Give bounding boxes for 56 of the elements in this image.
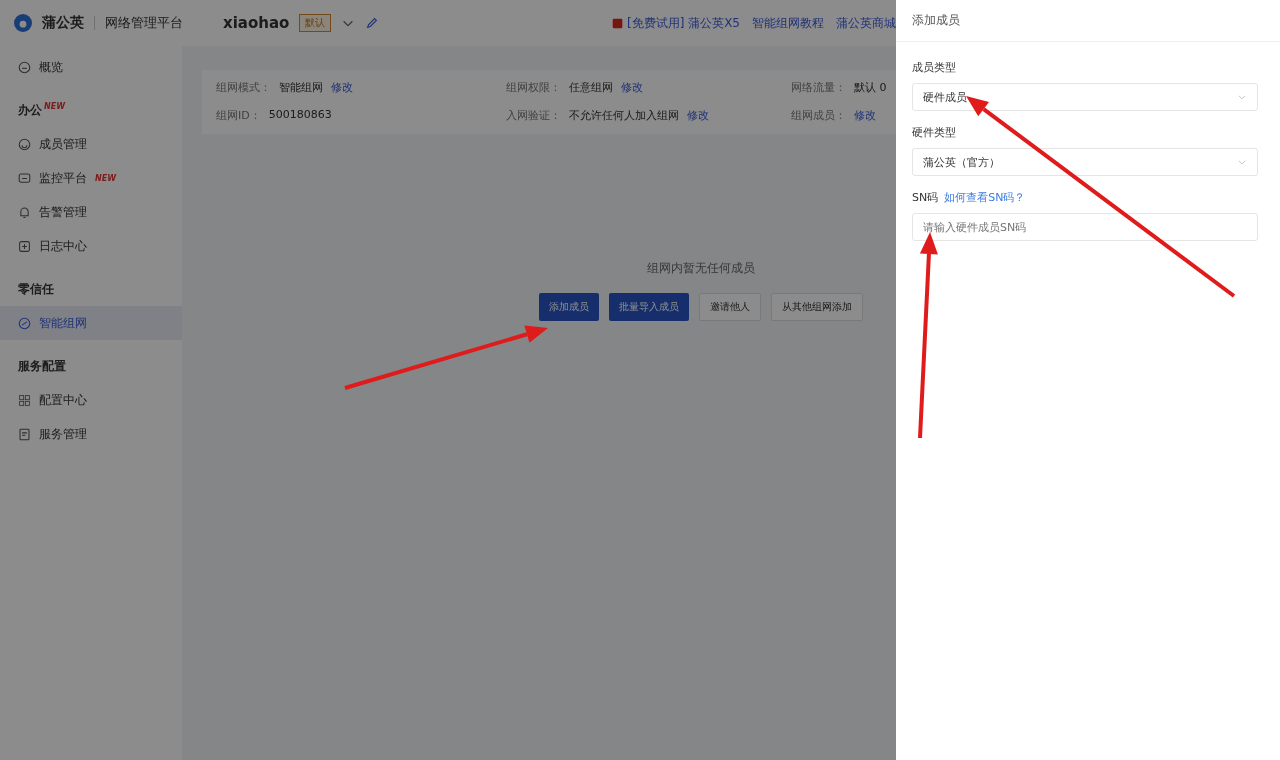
select-field[interactable]: 蒲公英（官方） [912,148,1258,176]
field-label: 成员类型 [912,60,956,75]
edit-icon[interactable] [365,16,380,30]
sidebar-item[interactable]: 告警管理 [0,195,182,229]
field-label: 硬件类型 [912,125,956,140]
help-link[interactable]: 如何查看SN码？ [944,190,1026,205]
field-label: SN码 [912,190,939,205]
empty-message: 组网内暂无任何成员 [647,260,755,277]
sidebar-item[interactable]: 配置中心 [0,383,182,417]
field-label: 组网ID： [216,108,261,124]
chevron-icon [1237,92,1247,102]
add-button[interactable]: 添加成员 [539,293,599,321]
field-value: 智能组网 [279,80,323,96]
section-heading: 服务配置 [18,358,66,375]
sidebar-item[interactable]: 智能组网 [0,306,182,340]
select-field[interactable]: 硬件成员 [912,83,1258,111]
edit-link[interactable]: 修改 [854,108,876,124]
bell-icon [18,205,31,219]
field-label: 组网权限： [506,80,561,96]
logo-icon [14,14,32,32]
field-value: 不允许任何人加入组网 [569,108,679,124]
sidebar-item[interactable]: 成员管理 [0,127,182,161]
option-button[interactable]: 邀请他人 [699,293,761,321]
field-value: 任意组网 [569,80,613,96]
new-label: NEW [95,173,116,183]
sidebar-item[interactable]: 日志中心 [0,229,182,263]
edit-link[interactable]: 修改 [331,80,353,96]
section-heading: 办公 [18,102,42,119]
option-button[interactable]: 从其他组网添加 [771,293,863,321]
sidebar-item[interactable]: 概览 [0,50,182,84]
field-value: 默认 0 [854,80,887,96]
product-name: 网络管理平台 [105,14,183,32]
network-name: xiaohao [223,14,290,32]
edit-link[interactable]: 修改 [687,108,709,124]
drawer-title: 添加成员 [896,0,1280,42]
field-label: 网络流量： [791,80,846,96]
section-heading: 零信任 [18,281,54,298]
sidebar-item[interactable]: 服务管理 [0,417,182,451]
header-link[interactable]: 智能组网教程 [752,14,824,32]
field-value: 500180863 [268,108,332,123]
promo-link[interactable]: [免费试用] 蒲公英X5 [611,14,740,32]
new-label: NEW [44,102,65,111]
brand-name: 蒲公英 [42,14,84,32]
chevron-icon [1237,157,1247,167]
field-label: 入网验证： [506,108,561,124]
document-icon [18,427,31,441]
header-link[interactable]: 蒲公英商城 [836,14,896,32]
default-tag: 默认 [299,14,332,32]
edit-link[interactable]: 修改 [621,80,643,96]
input-field[interactable]: 请输入硬件成员SN码 [912,213,1258,241]
add-button[interactable]: 批量导入成员 [609,293,689,321]
field-label: 组网模式： [216,80,271,96]
sidebar-item[interactable]: 监控平台 NEW [0,161,182,195]
field-label: 组网成员： [791,108,846,124]
grid-icon [18,393,31,407]
monitor-icon [18,171,31,185]
